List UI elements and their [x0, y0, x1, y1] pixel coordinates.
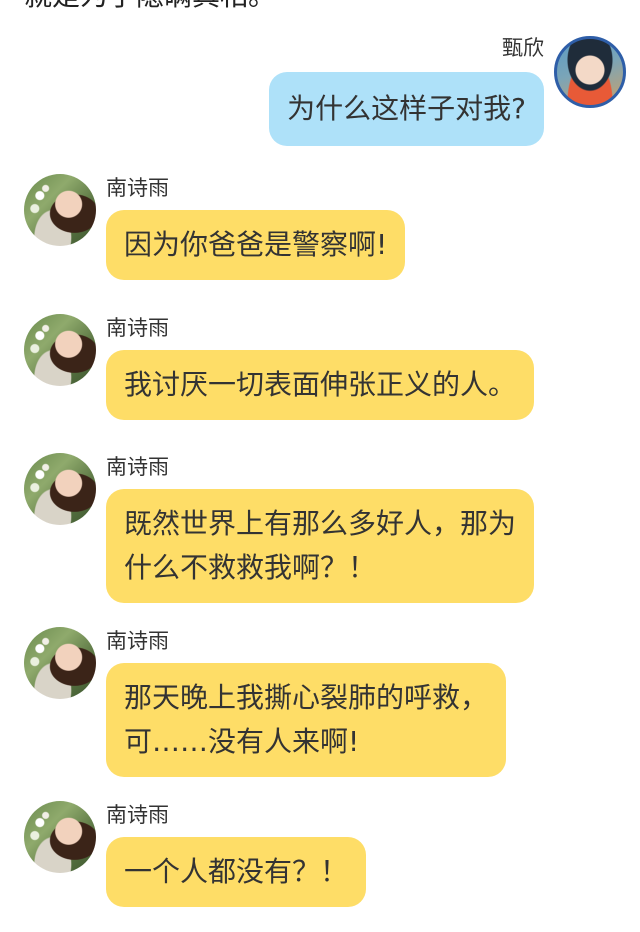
- message-bubble-incoming[interactable]: 那天晚上我撕心裂肺的呼救， 可……没有人来啊!: [106, 663, 507, 777]
- message-text: 为什么这样子对我?: [287, 92, 526, 125]
- sender-name: 南诗雨: [106, 316, 169, 340]
- message-row-incoming: 南诗雨 我讨厌一切表面伸张正义的人。: [24, 314, 584, 434]
- girl-avatar-icon[interactable]: [24, 453, 96, 525]
- message-bubble-incoming[interactable]: 既然世界上有那么多好人，那为 什么不救救我啊？！: [106, 489, 535, 603]
- message-text: 我讨厌一切表面伸张正义的人。: [124, 368, 517, 401]
- sender-name: 南诗雨: [106, 629, 169, 653]
- message-text: 一个人都没有？！: [124, 855, 349, 888]
- message-row-outgoing: 甄欣 为什么这样子对我?: [14, 34, 626, 154]
- message-row-incoming: 南诗雨 既然世界上有那么多好人，那为 什么不救救我啊？！: [24, 453, 584, 613]
- sender-name: 甄欣: [502, 36, 544, 60]
- boy-avatar-icon[interactable]: [554, 36, 626, 108]
- girl-avatar-icon[interactable]: [24, 801, 96, 873]
- message-text: 因为你爸爸是警察啊!: [124, 228, 388, 261]
- message-text-line: 什么不救救我啊？！: [124, 551, 377, 584]
- message-bubble-incoming[interactable]: 因为你爸爸是警察啊!: [106, 210, 406, 280]
- message-text-line: 那天晚上我撕心裂肺的呼救，: [124, 681, 489, 714]
- message-row-incoming: 南诗雨 一个人都没有？！: [24, 801, 584, 921]
- sender-name: 南诗雨: [106, 176, 169, 200]
- message-row-incoming: 南诗雨 因为你爸爸是警察啊!: [24, 174, 584, 294]
- partial-message-text: 就是为了隐瞒真相。: [24, 0, 276, 12]
- message-text-line: 既然世界上有那么多好人，那为: [124, 507, 517, 540]
- girl-avatar-icon[interactable]: [24, 174, 96, 246]
- girl-avatar-icon[interactable]: [24, 314, 96, 386]
- message-text-line: 可……没有人来啊!: [124, 725, 360, 758]
- message-bubble-incoming[interactable]: 一个人都没有？！: [106, 837, 367, 907]
- girl-avatar-icon[interactable]: [24, 627, 96, 699]
- sender-name: 南诗雨: [106, 455, 169, 479]
- message-bubble-outgoing[interactable]: 为什么这样子对我?: [269, 72, 544, 146]
- sender-name: 南诗雨: [106, 803, 169, 827]
- message-bubble-incoming[interactable]: 我讨厌一切表面伸张正义的人。: [106, 350, 535, 420]
- message-row-incoming: 南诗雨 那天晚上我撕心裂肺的呼救， 可……没有人来啊!: [24, 627, 584, 787]
